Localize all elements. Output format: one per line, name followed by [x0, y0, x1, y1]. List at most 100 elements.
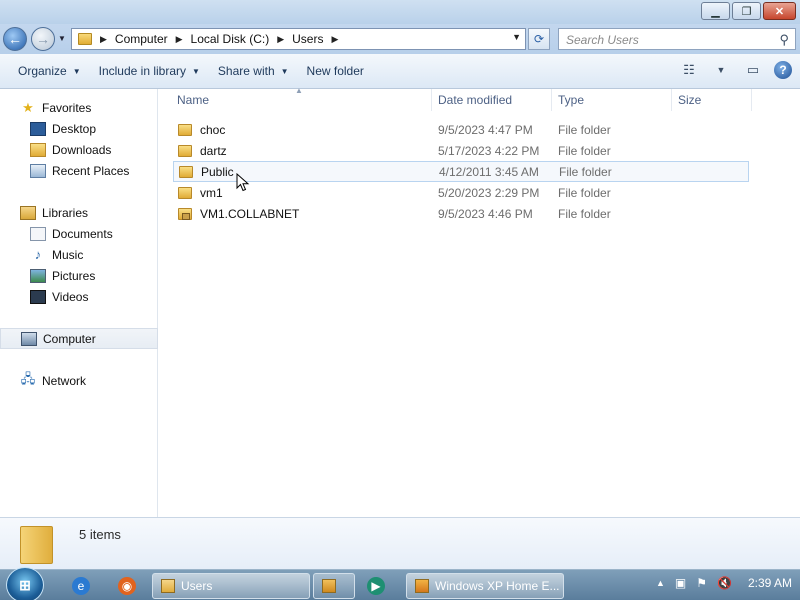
- new-folder-button[interactable]: New folder: [307, 64, 364, 78]
- back-button[interactable]: ←: [3, 27, 27, 51]
- forward-button[interactable]: →: [31, 27, 55, 51]
- minimize-button[interactable]: ▁: [701, 2, 730, 20]
- column-header-size[interactable]: Size: [672, 89, 752, 111]
- taskbar-item-app[interactable]: ▶: [358, 573, 400, 599]
- nav-downloads-label: Downloads: [52, 142, 112, 157]
- nav-documents[interactable]: Documents: [0, 223, 158, 244]
- videos-icon: [30, 289, 46, 304]
- organize-button[interactable]: Organize ▼: [18, 64, 81, 78]
- navigation-pane: ★ Favorites Desktop Downloads Recent Pla…: [0, 89, 158, 517]
- taskbar-item-users[interactable]: Users: [152, 573, 310, 599]
- column-headers: ▲ Name Date modified Type Size: [159, 86, 800, 111]
- breadcrumb-separator-icon[interactable]: ▶: [100, 34, 107, 45]
- breadcrumb-users[interactable]: Users: [292, 32, 323, 46]
- share-with-button[interactable]: Share with ▼: [218, 64, 289, 78]
- app-icon: ▶: [367, 577, 385, 595]
- file-date: 4/12/2011 3:45 AM: [439, 164, 539, 179]
- breadcrumb-separator-icon[interactable]: ▶: [331, 34, 338, 45]
- file-date: 9/5/2023 4:47 PM: [438, 122, 533, 137]
- close-button[interactable]: ✕: [763, 2, 796, 20]
- folder-icon: [161, 579, 175, 593]
- folder-icon: [179, 165, 193, 178]
- address-bar[interactable]: ▶ Computer ▶ Local Disk (C:) ▶ Users ▶ ▼: [71, 28, 526, 50]
- dropdown-arrow-icon: ▼: [192, 66, 200, 76]
- include-in-library-button[interactable]: Include in library ▼: [99, 64, 200, 78]
- command-bar: Organize ▼ Include in library ▼ Share with…: [0, 54, 800, 89]
- dropdown-arrow-icon: ▼: [280, 66, 289, 76]
- item-count: 5 items: [79, 527, 121, 542]
- maximize-button[interactable]: ❐: [732, 2, 761, 20]
- preview-pane-button[interactable]: ▭: [742, 60, 764, 80]
- file-name: vm1: [200, 185, 223, 200]
- refresh-button[interactable]: ⟳: [528, 28, 550, 50]
- table-row[interactable]: dartz 5/17/2023 4:22 PM File folder: [173, 140, 749, 161]
- column-header-type[interactable]: Type: [552, 89, 672, 111]
- nav-libraries-label: Libraries: [42, 205, 89, 220]
- organize-label: Organize: [18, 64, 67, 78]
- mouse-cursor-icon: [236, 173, 250, 192]
- nav-computer[interactable]: Computer: [0, 328, 158, 349]
- search-input[interactable]: Search Users ⚲: [558, 28, 796, 50]
- breadcrumb-separator-icon[interactable]: ▶: [176, 34, 183, 45]
- column-date-label: Date modified: [438, 93, 513, 107]
- music-icon: ♪: [34, 247, 42, 262]
- nav-desktop[interactable]: Desktop: [0, 118, 158, 139]
- help-button[interactable]: ?: [774, 61, 792, 79]
- clock[interactable]: 2:39 AM: [748, 576, 792, 590]
- file-name: Public: [201, 164, 234, 179]
- file-name-cell: dartz: [178, 144, 227, 158]
- file-name-cell: vm1: [178, 186, 223, 200]
- file-type: File folder: [558, 206, 611, 221]
- nav-pictures[interactable]: Pictures: [0, 265, 158, 286]
- show-hidden-icons-icon[interactable]: ▲: [656, 578, 665, 588]
- breadcrumb-separator-icon[interactable]: ▶: [277, 34, 284, 45]
- nav-network[interactable]: 🖧 Network: [0, 370, 158, 391]
- view-controls: ☷ ▼ ▭ ?: [678, 60, 792, 80]
- nav-videos[interactable]: Videos: [0, 286, 158, 307]
- table-row[interactable]: vm1 5/20/2023 2:29 PM File folder: [173, 182, 749, 203]
- change-view-button[interactable]: ☷: [678, 60, 700, 80]
- forward-arrow-icon: →: [36, 31, 50, 47]
- new-folder-label: New folder: [306, 64, 364, 78]
- nav-libraries[interactable]: Libraries: [0, 202, 158, 223]
- table-row[interactable]: VM1.COLLABNET 9/5/2023 4:46 PM File fold…: [173, 203, 749, 224]
- nav-favorites[interactable]: ★ Favorites: [0, 97, 158, 118]
- view-dropdown-button[interactable]: ▼: [710, 60, 732, 80]
- file-type: File folder: [558, 185, 611, 200]
- column-header-name[interactable]: Name: [159, 89, 432, 111]
- start-button[interactable]: ⊞: [6, 567, 44, 600]
- back-arrow-icon: ←: [8, 31, 22, 47]
- file-type: File folder: [558, 122, 611, 137]
- recent-pages-dropdown[interactable]: ▼: [58, 34, 66, 43]
- internet-explorer-icon[interactable]: e: [72, 577, 90, 595]
- firefox-icon[interactable]: ◉: [118, 577, 136, 595]
- address-dropdown-icon[interactable]: ▼: [512, 32, 521, 42]
- column-header-date[interactable]: Date modified: [432, 89, 552, 111]
- file-type: File folder: [558, 143, 611, 158]
- network-status-icon[interactable]: ▣: [675, 576, 686, 590]
- taskbar-item-media[interactable]: [313, 573, 355, 599]
- folder-icon: [78, 33, 92, 45]
- help-icon: ?: [779, 63, 787, 77]
- table-row[interactable]: Public 4/12/2011 3:45 AM File folder: [173, 161, 749, 182]
- file-name-cell: choc: [178, 123, 225, 137]
- taskbar-vm-label: Windows XP Home E...: [435, 579, 560, 593]
- breadcrumb-local-disk[interactable]: Local Disk (C:): [191, 32, 270, 46]
- nav-music[interactable]: ♪ Music: [0, 244, 158, 265]
- desktop-icon: [30, 121, 46, 136]
- breadcrumb-computer[interactable]: Computer: [115, 32, 168, 46]
- file-name-cell: Public: [179, 165, 234, 179]
- table-row[interactable]: choc 9/5/2023 4:47 PM File folder: [173, 119, 749, 140]
- media-player-icon: [322, 579, 336, 593]
- nav-downloads[interactable]: Downloads: [0, 139, 158, 160]
- details-pane: 5 items: [0, 517, 800, 569]
- libraries-icon: [20, 205, 36, 220]
- vm-icon: [415, 579, 429, 593]
- volume-muted-icon[interactable]: 🔇: [717, 576, 732, 590]
- nav-recent-places[interactable]: Recent Places: [0, 160, 158, 181]
- network-icon: 🖧: [20, 370, 36, 386]
- search-icon[interactable]: ⚲: [779, 32, 789, 48]
- action-center-flag-icon[interactable]: ⚑: [696, 576, 707, 590]
- file-type: File folder: [559, 164, 612, 179]
- taskbar-item-vm[interactable]: Windows XP Home E...: [406, 573, 564, 599]
